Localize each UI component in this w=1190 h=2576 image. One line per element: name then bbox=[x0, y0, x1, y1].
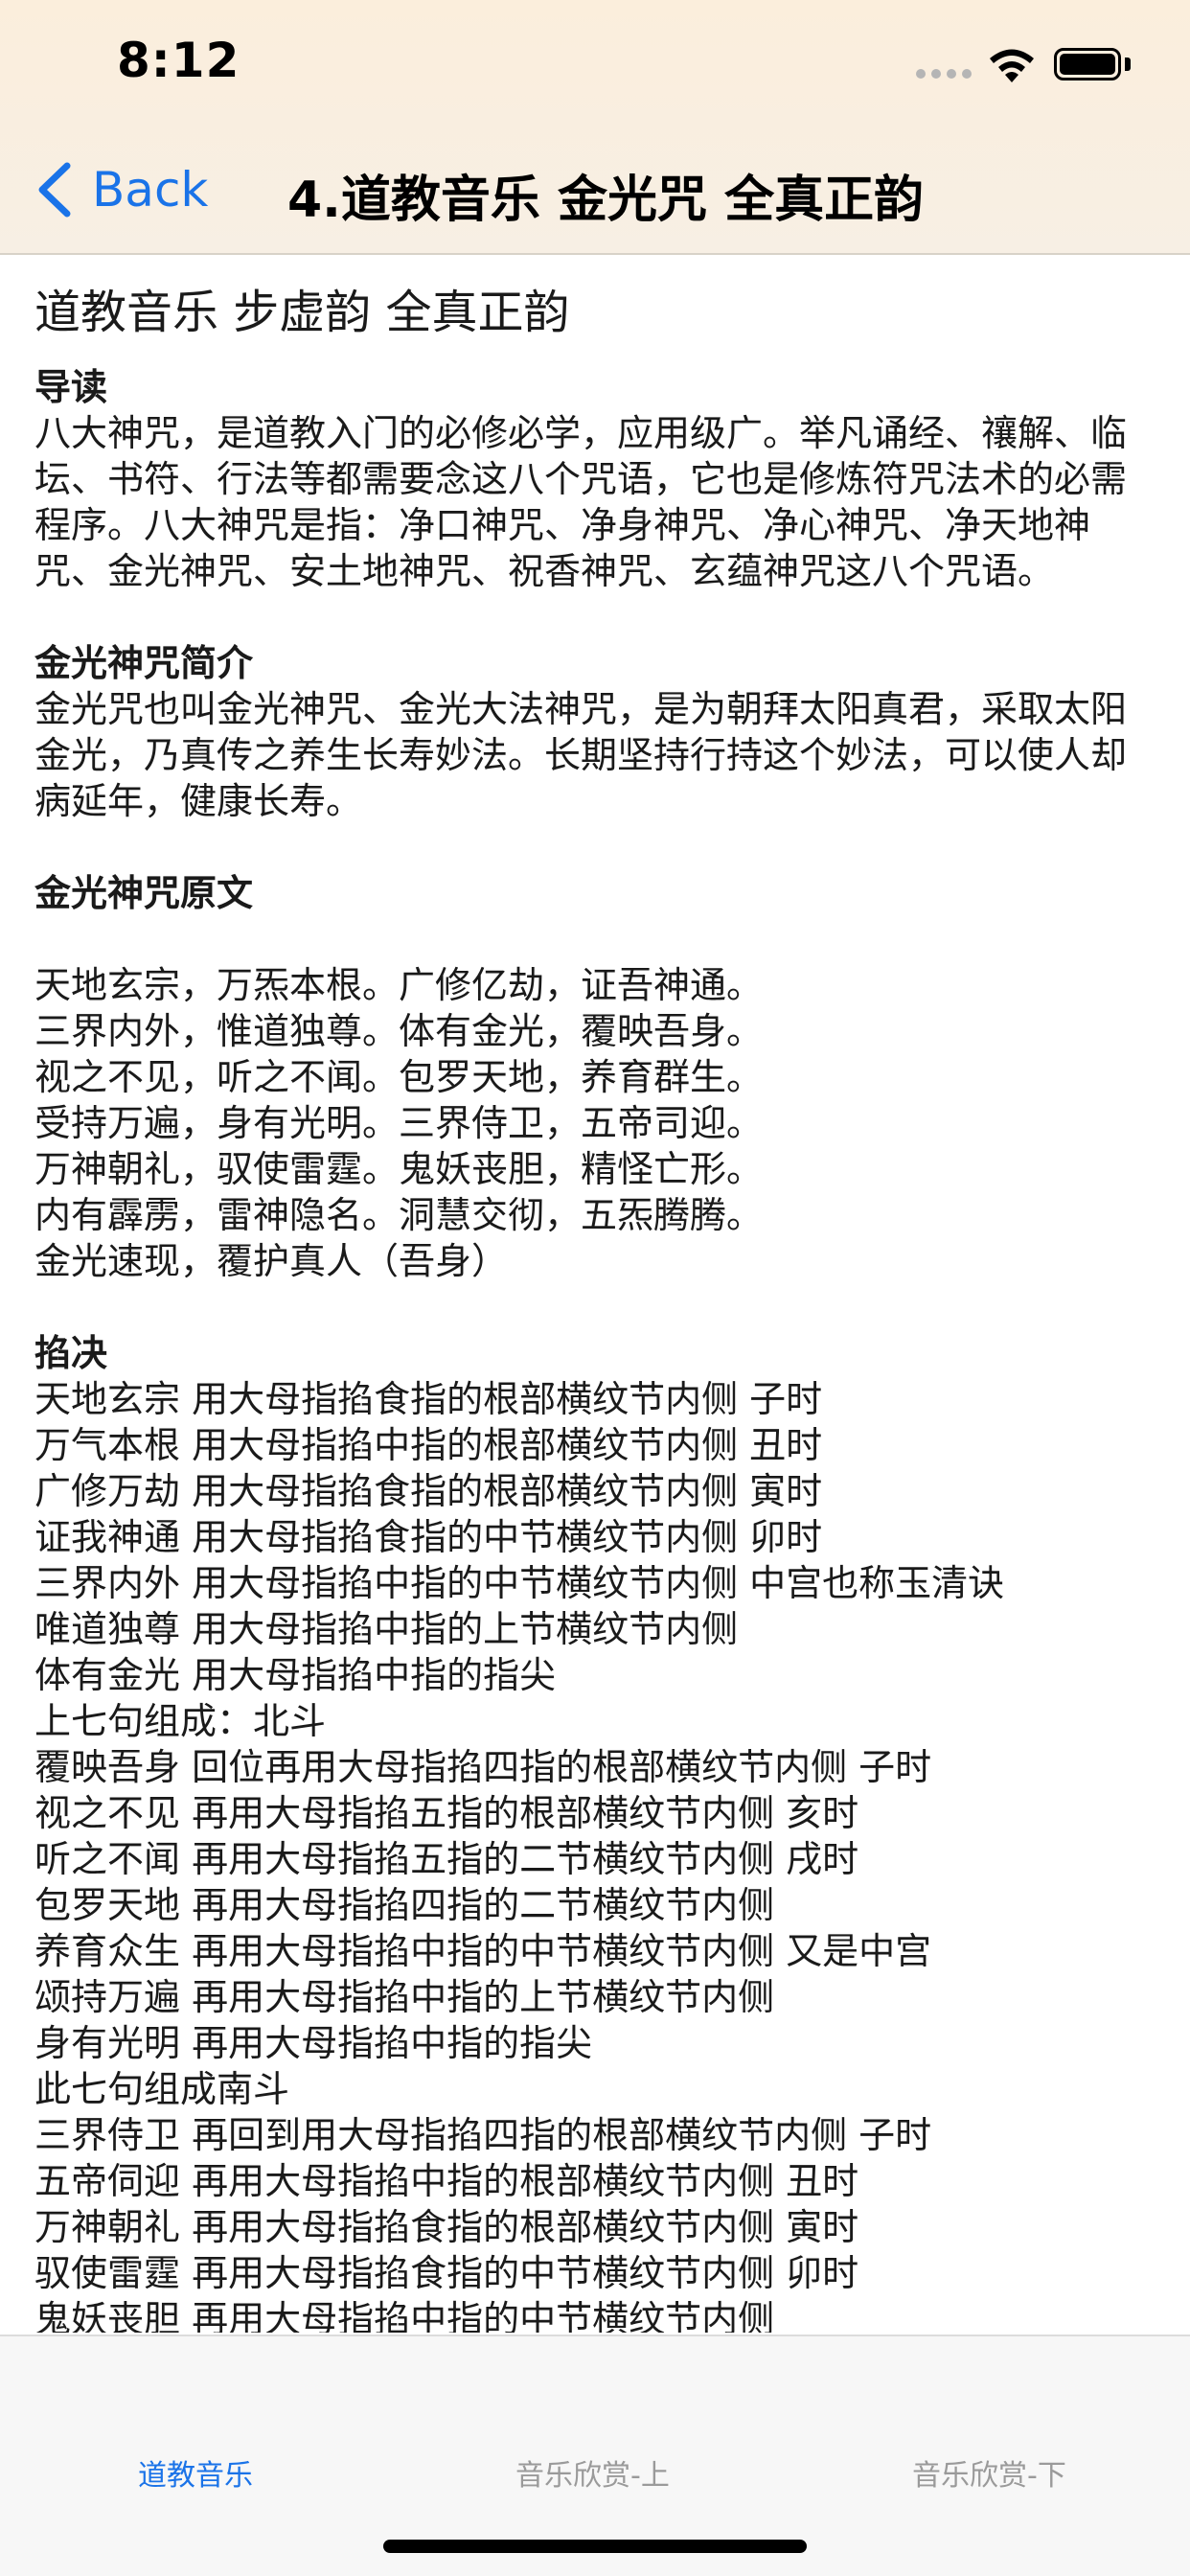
mudra-line: 体有金光 用大母指掐中指的指尖 bbox=[34, 1654, 557, 1696]
original-lines: 天地玄宗，万炁本根。广修亿劫，证吾神通。 三界内外，惟道独尊。体有金光，覆映吾身… bbox=[34, 962, 1156, 1284]
mudra-line: 听之不闻 再用大母指掐五指的二节横纹节内侧 戌时 bbox=[34, 1838, 859, 1880]
cellular-signal-icon bbox=[916, 69, 972, 79]
home-indicator[interactable] bbox=[383, 2540, 807, 2553]
tab-taoist-music[interactable]: 道教音乐 bbox=[138, 2451, 253, 2494]
tab-music-appreciation-part2[interactable]: 音乐欣赏-下 bbox=[912, 2451, 1066, 2494]
back-label: Back bbox=[92, 162, 209, 218]
mudra-line: 五帝伺迎 再用大母指掐中指的根部横纹节内侧 丑时 bbox=[34, 2160, 859, 2202]
mudra-title: 掐决 bbox=[34, 1332, 108, 1374]
mudra-line: 鬼妖丧胆 再用大母指掐中指的中节横纹节内侧 bbox=[34, 2298, 775, 2333]
mudra-line: 驭使雷霆 再用大母指掐食指的中节横纹节内侧 卯时 bbox=[34, 2252, 859, 2294]
brief-title: 金光神咒简介 bbox=[34, 642, 254, 684]
page-title: 4.道教音乐 金光咒 全真正韵 bbox=[287, 172, 925, 229]
mudra-lines: 天地玄宗 用大母指掐食指的根部横纹节内侧 子时 万气本根 用大母指掐中指的根部横… bbox=[34, 1376, 1156, 2333]
mudra-line: 视之不见 再用大母指掐五指的根部横纹节内侧 亥时 bbox=[34, 1792, 859, 1834]
tab-music-appreciation-part1[interactable]: 音乐欣赏-上 bbox=[515, 2451, 670, 2494]
mudra-line: 广修万劫 用大母指掐食指的根部横纹节内侧 寅时 bbox=[34, 1470, 823, 1512]
status-time: 8:12 bbox=[117, 33, 240, 88]
mudra-line: 证我神通 用大母指掐食指的中节横纹节内侧 卯时 bbox=[34, 1516, 823, 1558]
mudra-line: 此七句组成南斗 bbox=[34, 2068, 290, 2110]
mudra-line: 三界侍卫 再回到用大母指掐四指的根部横纹节内侧 子时 bbox=[34, 2114, 932, 2156]
original-line: 万神朝礼，驭使雷霆。鬼妖丧胆，精怪亡形。 bbox=[34, 1148, 764, 1190]
original-line: 内有霹雳，雷神隐名。洞慧交彻，五炁腾腾。 bbox=[34, 1194, 764, 1236]
mudra-line: 包罗天地 再用大母指掐四指的二节横纹节内侧 bbox=[34, 1884, 775, 1926]
mudra-line: 上七句组成：北斗 bbox=[34, 1700, 327, 1742]
mudra-line: 颂持万遍 再用大母指掐中指的上节横纹节内侧 bbox=[34, 1976, 775, 2018]
mudra-line: 万神朝礼 再用大母指掐食指的根部横纹节内侧 寅时 bbox=[34, 2206, 859, 2248]
mudra-line: 覆映吾身 回位再用大母指掐四指的根部横纹节内侧 子时 bbox=[34, 1746, 932, 1788]
battery-nub bbox=[1125, 58, 1131, 71]
original-line: 视之不见，听之不闻。包罗天地，养育群生。 bbox=[34, 1056, 764, 1098]
battery-icon bbox=[1054, 48, 1121, 80]
status-bar: 8:12 bbox=[0, 0, 1190, 126]
mudra-line: 万气本根 用大母指掐中指的根部横纹节内侧 丑时 bbox=[34, 1424, 823, 1466]
intro-title: 导读 bbox=[34, 366, 108, 408]
article-scroll-view[interactable]: 道教音乐 步虚韵 全真正韵 导读 八大神咒，是道教入门的必修必学，应用级广。举凡… bbox=[0, 255, 1190, 2333]
article-heading: 道教音乐 步虚韵 全真正韵 bbox=[34, 286, 570, 339]
back-button[interactable]: Back bbox=[34, 155, 208, 224]
original-line: 三界内外，惟道独尊。体有金光，覆映吾身。 bbox=[34, 1010, 764, 1052]
original-line: 天地玄宗，万炁本根。广修亿劫，证吾神通。 bbox=[34, 964, 764, 1006]
wifi-icon bbox=[990, 49, 1034, 82]
navigation-bar: Back 4.道教音乐 金光咒 全真正韵 bbox=[0, 126, 1190, 253]
mudra-line: 养育众生 再用大母指掐中指的中节横纹节内侧 又是中宫 bbox=[34, 1930, 932, 1972]
top-bar: 8:12 Back 4.道教音乐 金光咒 全真正韵 bbox=[0, 0, 1190, 255]
chevron-left-icon bbox=[38, 162, 71, 218]
original-title: 金光神咒原文 bbox=[34, 872, 254, 914]
brief-text: 金光咒也叫金光神咒、金光大法神咒，是为朝拜太阳真君，采取太阳金光，乃真传之养生长… bbox=[34, 688, 1128, 822]
intro-text: 八大神咒，是道教入门的必修必学，应用级广。举凡诵经、禳解、临坛、书符、行法等都需… bbox=[34, 412, 1128, 592]
mudra-line: 三界内外 用大母指掐中指的中节横纹节内侧 中宫也称玉清诀 bbox=[34, 1562, 1005, 1604]
article-body: 道教音乐 步虚韵 全真正韵 导读 八大神咒，是道教入门的必修必学，应用级广。举凡… bbox=[34, 284, 1156, 2333]
original-line: 受持万遍，身有光明。三界侍卫，五帝司迎。 bbox=[34, 1102, 764, 1144]
mudra-line: 唯道独尊 用大母指掐中指的上节横纹节内侧 bbox=[34, 1608, 739, 1650]
mudra-line: 身有光明 再用大母指掐中指的指尖 bbox=[34, 2022, 593, 2064]
original-line: 金光速现，覆护真人（吾身） bbox=[34, 1240, 509, 1282]
mudra-line: 天地玄宗 用大母指掐食指的根部横纹节内侧 子时 bbox=[34, 1378, 823, 1420]
